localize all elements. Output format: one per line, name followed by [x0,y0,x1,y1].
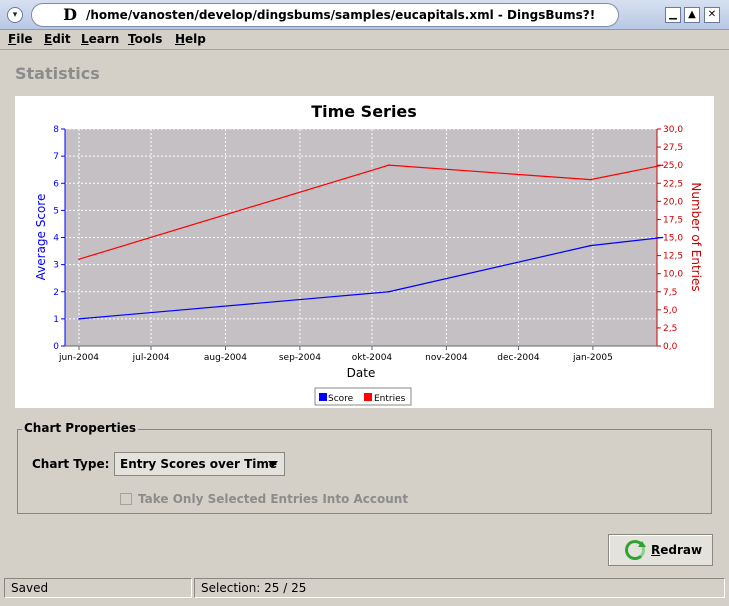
x-tick-label: sep-2004 [279,353,321,363]
selected-only-label: Take Only Selected Entries Into Account [138,492,409,506]
y-right-tick-label: 25,0 [663,161,683,171]
chart-type-value: Entry Scores over Time [120,457,278,471]
minimize-icon[interactable]: ▁ [665,7,681,23]
y-right-tick-label: 2,5 [663,324,677,334]
close-icon[interactable]: ✕ [704,7,720,23]
menu-bar: File Edit Learn Tools Help [0,30,729,50]
menu-tools[interactable]: Tools [128,32,162,46]
y-right-tick-label: 5,0 [663,306,678,316]
redraw-label: Redraw [651,543,703,557]
series-point-entries [387,164,390,166]
redraw-button[interactable]: Redraw [608,534,713,566]
legend-label-entries: Entries [374,394,406,404]
legend-swatch-entries [364,393,372,401]
y-left-tick-label: 6 [53,179,59,189]
series-point-score [589,244,592,247]
status-selection: Selection: 25 / 25 [194,578,725,598]
y-right-tick-label: 12,5 [663,252,683,262]
y-axis-left-label: Average Score [34,194,48,281]
series-point-entries [78,258,80,260]
chart-properties-legend: Chart Properties [22,421,139,435]
x-tick-label: jul-2004 [132,353,170,363]
y-left-tick-label: 7 [53,152,59,162]
title-pill: D /home/vanosten/develop/dingsbums/sampl… [31,3,619,27]
y-left-tick-label: 4 [53,234,59,244]
y-left-tick-label: 0 [53,342,59,352]
series-point-score [387,290,390,293]
x-tick-label: aug-2004 [204,353,247,363]
x-tick-label: jan-2005 [572,353,613,363]
menu-edit[interactable]: Edit [44,32,71,46]
series-point-score [661,236,664,239]
menu-learn[interactable]: Learn [81,32,119,46]
window-menu-icon[interactable]: ▾ [7,7,23,23]
chevron-down-icon [268,461,278,467]
x-tick-label: okt-2004 [352,353,393,363]
y-left-tick-label: 5 [53,206,59,216]
maximize-icon[interactable]: ▲ [684,7,700,23]
time-series-chart: Time Series jun-2004 jul-2004 aug-2004 sep-… [34,102,703,406]
chart-title: Time Series [311,102,417,121]
chart-type-select[interactable]: Entry Scores over Time [114,452,285,476]
y-right-tick-label: 7,5 [663,288,677,298]
refresh-icon [625,540,646,560]
window-titlebar[interactable]: ▾ D /home/vanosten/develop/dingsbums/sam… [0,0,729,30]
chart-legend: Score Entries [314,387,412,406]
x-tick-label: nov-2004 [425,353,468,363]
window-title: /home/vanosten/develop/dingsbums/samples… [86,8,596,22]
y-left-tick-label: 2 [53,288,59,298]
chart-panel: Time Series jun-2004 jul-2004 aug-2004 sep-… [15,96,714,408]
y-right-tick-label: 10,0 [663,270,683,280]
section-title: Statistics [15,64,100,83]
y-right-tick-label: 17,5 [663,215,683,225]
legend-swatch-score [319,393,327,401]
x-tick-label: jun-2004 [58,353,99,363]
y-left-tick-label: 3 [53,261,59,271]
series-point-score [78,318,80,320]
series-point-entries [589,178,592,181]
x-axis-label: Date [347,366,376,380]
y-right-tick-label: 30,0 [663,125,683,135]
status-saved: Saved [4,578,192,598]
legend-label-score: Score [328,394,354,404]
chart-properties-group: Chart Properties Chart Type: Entry Score… [17,421,712,514]
x-tick-label: dec-2004 [497,353,540,363]
y-right-tick-label: 27,5 [663,143,683,153]
series-point-entries [661,164,664,166]
y-left-tick-label: 8 [53,125,59,135]
chart-type-label: Chart Type: [32,457,110,471]
y-axis-right-label: Number of Entries [689,182,703,291]
menu-file[interactable]: File [8,32,33,46]
app-icon: D [63,5,77,24]
y-right-tick-label: 0,0 [663,342,678,352]
y-right-tick-label: 22,5 [663,179,683,189]
y-right-tick-label: 15,0 [663,234,683,244]
selected-only-checkbox[interactable] [120,493,132,505]
menu-help[interactable]: Help [175,32,206,46]
y-left-tick-label: 1 [53,315,59,325]
y-right-tick-label: 20,0 [663,197,683,207]
status-bar: Saved Selection: 25 / 25 [0,577,729,606]
